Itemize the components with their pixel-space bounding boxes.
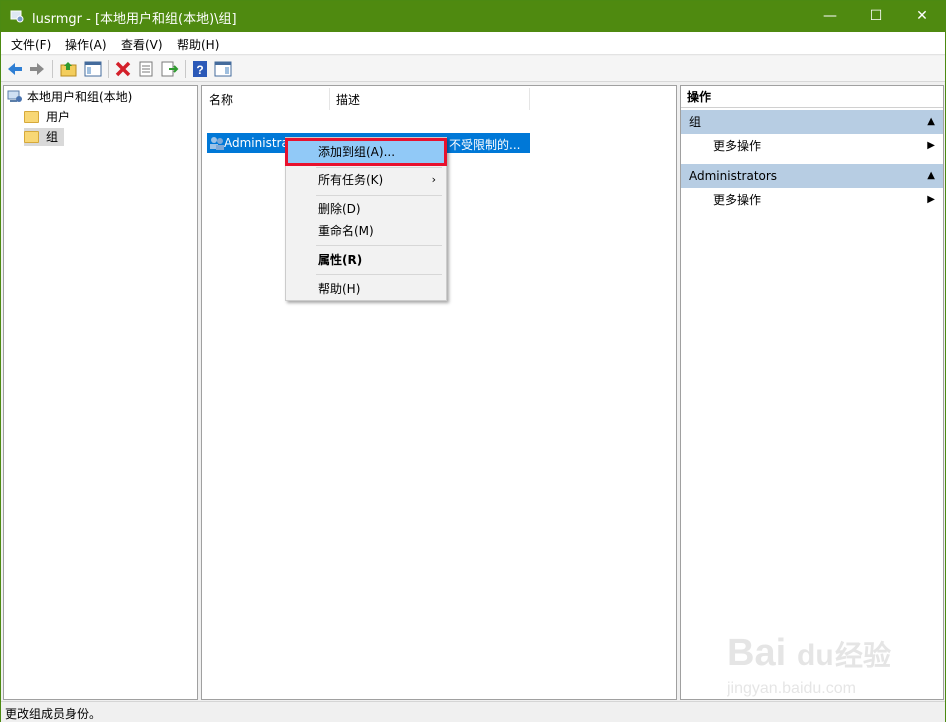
help-icon[interactable]: ?	[190, 59, 210, 79]
menu-item-all-tasks[interactable]: 所有任务(K) ›	[288, 169, 444, 191]
collapse-icon: ▲	[927, 170, 935, 181]
collapse-icon: ▲	[927, 116, 935, 127]
action-group-title: 组	[689, 115, 702, 129]
actions-header: 操作	[681, 86, 943, 108]
mmc-window: lusrmgr - [本地用户和组(本地)\组] — ☐ ✕ 文件(F) 操作(…	[0, 0, 946, 722]
action-item-label: 更多操作	[713, 139, 762, 153]
minimize-icon: —	[823, 8, 837, 24]
context-menu: 添加到组(A)... 所有任务(K) › 删除(D) 重命名(M) 属性(R) …	[285, 137, 447, 301]
column-header-description[interactable]: 描述	[336, 90, 360, 110]
action-more-actions[interactable]: 更多操作 ▶	[681, 189, 943, 211]
toolbar: ?	[1, 56, 945, 82]
menu-item-help[interactable]: 帮助(H)	[288, 278, 444, 300]
tree-item-label: 用户	[46, 110, 71, 124]
tree-pane: 本地用户和组(本地) 用户 组	[3, 85, 198, 700]
watermark-suffix: 经验	[835, 639, 891, 671]
forward-arrow-icon[interactable]	[27, 59, 47, 79]
action-item-label: 更多操作	[713, 193, 762, 207]
baidu-watermark-logo: Bai du 经验 jingyan.baidu.com	[727, 632, 891, 697]
expand-arrow-icon: ▶	[927, 194, 935, 205]
expand-arrow-icon: ▶	[927, 140, 935, 151]
tree-item-groups[interactable]: 组	[24, 128, 64, 146]
maximize-icon: ☐	[869, 8, 883, 24]
menu-file[interactable]: 文件(F)	[11, 36, 51, 53]
users-groups-icon	[7, 90, 22, 102]
menu-item-label: 所有任务(K)	[318, 173, 384, 187]
group-icon	[210, 137, 224, 150]
status-text: 更改组成员身份。	[5, 707, 102, 721]
tree-item-users[interactable]: 用户	[24, 108, 84, 126]
menu-action[interactable]: 操作(A)	[65, 36, 107, 53]
show-hide-tree-icon[interactable]	[83, 59, 103, 79]
up-folder-icon[interactable]	[59, 59, 79, 79]
menu-bar: 文件(F) 操作(A) 查看(V) 帮助(H)	[1, 32, 945, 55]
tree-item-label: 组	[46, 130, 59, 144]
tree-root[interactable]: 本地用户和组(本地)	[7, 88, 192, 106]
action-group-administrators[interactable]: Administrators ▲	[681, 164, 943, 188]
watermark-url: jingyan.baidu.com	[727, 680, 856, 697]
action-group-groups[interactable]: 组 ▲	[681, 110, 943, 134]
export-list-icon[interactable]	[159, 59, 179, 79]
menu-item-rename[interactable]: 重命名(M)	[288, 220, 444, 242]
submenu-arrow-icon: ›	[431, 173, 436, 186]
computer-management-icon	[10, 10, 24, 23]
row-name: Administra	[224, 136, 289, 150]
title-bar: lusrmgr - [本地用户和组(本地)\组] — ☐ ✕	[1, 1, 945, 32]
properties-icon[interactable]	[136, 59, 156, 79]
folder-icon	[24, 109, 40, 125]
menu-item-add-to-group[interactable]: 添加到组(A)...	[285, 138, 447, 166]
menu-item-properties[interactable]: 属性(R)	[288, 249, 444, 271]
show-hide-action-pane-icon[interactable]	[213, 59, 233, 79]
menu-item-delete[interactable]: 删除(D)	[288, 198, 444, 220]
status-bar: 更改组成员身份。	[1, 701, 945, 722]
delete-icon[interactable]	[113, 59, 133, 79]
svg-text:?: ?	[196, 63, 203, 77]
minimize-button[interactable]: —	[807, 1, 853, 32]
menu-help[interactable]: 帮助(H)	[177, 36, 219, 53]
window-title: lusrmgr - [本地用户和组(本地)\组]	[32, 12, 237, 27]
column-header-name[interactable]: 名称	[209, 90, 233, 110]
maximize-button[interactable]: ☐	[853, 1, 899, 32]
action-more-actions[interactable]: 更多操作 ▶	[681, 135, 943, 157]
watermark-brand-du: du	[797, 639, 834, 672]
menu-view[interactable]: 查看(V)	[121, 36, 163, 53]
row-description: 不受限制的...	[449, 138, 521, 152]
close-icon: ✕	[916, 8, 928, 24]
actions-pane: 操作 组 ▲ 更多操作 ▶ Administrators ▲ 更多操作 ▶	[680, 85, 944, 700]
watermark-brand: Bai	[727, 632, 786, 674]
tree-root-label: 本地用户和组(本地)	[27, 90, 133, 104]
action-group-title: Administrators	[689, 169, 778, 183]
folder-icon	[24, 129, 40, 145]
close-button[interactable]: ✕	[899, 1, 945, 32]
back-arrow-icon[interactable]	[5, 59, 25, 79]
